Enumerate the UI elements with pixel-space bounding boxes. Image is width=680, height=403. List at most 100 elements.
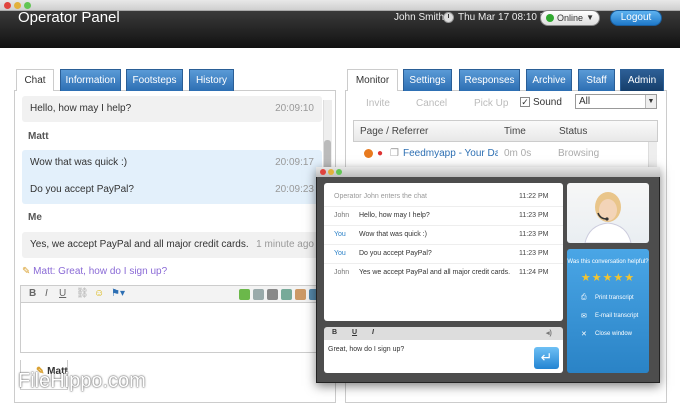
list-item: You Do you accept PayPal? 11:23 PM	[324, 245, 563, 264]
feedback-sidebar: Was this conversation helpful? ★★★★★ ⎙ P…	[567, 249, 649, 373]
message-time: 11:24 PM	[519, 269, 549, 276]
window-maximize-button[interactable]	[24, 2, 31, 9]
message-time: 20:09:23	[275, 184, 314, 195]
popup-close-button[interactable]	[320, 169, 326, 175]
tab-footsteps[interactable]: Footsteps	[126, 69, 183, 91]
message-text: Do you accept PayPal?	[30, 184, 134, 195]
operator-photo	[567, 183, 649, 243]
column-status[interactable]: Status	[559, 126, 587, 137]
message-time: 1 minute ago	[256, 239, 314, 250]
message-text: Yes we accept PayPal and all major credi…	[359, 269, 511, 276]
cancel-button[interactable]: Cancel	[416, 98, 447, 109]
popup-maximize-button[interactable]	[336, 169, 342, 175]
message-text: Hello, how may I help?	[30, 103, 132, 114]
close-window-label: Close window	[595, 331, 633, 337]
message-sender: Me	[28, 212, 42, 223]
watermark: FileHippo.com	[18, 370, 146, 392]
tab-chat[interactable]: Chat	[16, 69, 54, 91]
email-transcript-label: E-mail transcript	[595, 313, 639, 319]
system-text: Operator John enters the chat	[334, 193, 427, 200]
print-icon[interactable]	[267, 289, 278, 300]
enter-arrow-icon: ↵	[540, 349, 553, 365]
message-text: Yes, we accept PayPal and all major cred…	[30, 239, 249, 250]
print-transcript-label: Print transcript	[595, 295, 634, 301]
status-select[interactable]: Online ▼	[540, 10, 600, 26]
tab-archive[interactable]: Archive	[526, 69, 572, 91]
editor-toolbar: B I U ⛓ ☺ ⚑▾	[20, 285, 325, 303]
popup-titlebar[interactable]	[316, 167, 660, 177]
invite-button[interactable]: Invite	[366, 98, 390, 109]
italic-button[interactable]: I	[372, 329, 374, 336]
sound-checkbox[interactable]: ✓	[520, 97, 530, 107]
system-message: Operator John enters the chat 11:22 PM	[324, 188, 563, 207]
format-icon[interactable]: ⚑▾	[111, 288, 125, 299]
tab-admin[interactable]: Admin	[620, 69, 664, 91]
chat-scroll-thumb[interactable]	[324, 140, 331, 170]
popup-minimize-button[interactable]	[328, 169, 334, 175]
window-close-button[interactable]	[4, 2, 11, 9]
chat-message: Hello, how may I help? 20:09:10	[22, 96, 322, 122]
bold-button[interactable]: B	[332, 329, 337, 336]
column-page-referrer[interactable]: Page / Referrer	[360, 126, 428, 137]
message-sender: Matt	[28, 131, 49, 142]
logout-button[interactable]: Logout	[610, 10, 662, 26]
message-time: 11:23 PM	[519, 212, 549, 219]
tab-monitor[interactable]: Monitor	[347, 69, 398, 91]
underline-button[interactable]: U	[59, 288, 66, 299]
tab-staff[interactable]: Staff	[578, 69, 615, 91]
message-author: John	[334, 212, 350, 219]
message-editor[interactable]	[20, 303, 325, 353]
underline-button[interactable]: U	[352, 329, 357, 336]
chat-message-group: Wow that was quick :) 20:09:17 Do you ac…	[22, 150, 322, 204]
helpful-question: Was this conversation helpful?	[567, 259, 649, 265]
tab-responses[interactable]: Responses	[459, 69, 520, 91]
transfer-icon[interactable]	[295, 289, 306, 300]
list-item: You Wow that was quick :) 11:23 PM	[324, 226, 563, 245]
chevron-down-icon: ▼	[586, 13, 594, 22]
tab-settings[interactable]: Settings	[403, 69, 452, 91]
italic-button[interactable]: I	[45, 288, 48, 299]
link-icon[interactable]: ⛓	[76, 288, 89, 299]
smiley-icon[interactable]: ☺	[94, 288, 104, 299]
sound-label: Sound	[533, 97, 562, 108]
message-time: 20:09:10	[275, 103, 314, 114]
message-author: John	[334, 269, 350, 276]
typing-text: Matt: Great, how do I sign up?	[33, 266, 168, 277]
popup-message-input[interactable]: Great, how do I sign up?	[324, 340, 563, 373]
clock-icon	[443, 12, 454, 23]
browser-icon	[364, 149, 373, 158]
column-time[interactable]: Time	[504, 126, 526, 137]
message-text: Do you accept PayPal?	[359, 250, 432, 257]
list-item: John Hello, how may I help? 11:23 PM	[324, 207, 563, 226]
typing-indicator: ✎ Matt: Great, how do I sign up?	[22, 266, 167, 277]
message-time: 11:22 PM	[519, 193, 549, 200]
app-title: Operator Panel	[18, 9, 120, 26]
sound-icon[interactable]: ◂)	[546, 329, 552, 337]
close-icon: ✕	[581, 331, 587, 338]
tab-history[interactable]: History	[189, 69, 234, 91]
status-value: Online	[557, 13, 584, 23]
visitor-page-link[interactable]: Feedmyapp - Your Daily \	[403, 148, 498, 159]
message-author: You	[334, 231, 346, 238]
popup-editor-toolbar: B U I ◂)	[324, 327, 563, 340]
user-icon[interactable]	[281, 289, 292, 300]
message-time: 11:23 PM	[519, 231, 549, 238]
message-time: 11:23 PM	[519, 250, 549, 257]
pencil-icon: ✎	[22, 266, 34, 277]
chat-message: Yes, we accept PayPal and all major cred…	[22, 232, 322, 258]
image-icon[interactable]	[253, 289, 264, 300]
visitor-time: 0m 0s	[504, 148, 532, 159]
rating-stars[interactable]: ★★★★★	[567, 271, 649, 284]
page-icon: ❐	[390, 148, 399, 159]
send-button[interactable]: ↵	[534, 347, 559, 369]
tab-information[interactable]: Information	[60, 69, 121, 91]
visitor-status: Browsing	[558, 148, 600, 159]
print-icon: ⎙	[581, 294, 587, 301]
list-item: John Yes we accept PayPal and all major …	[324, 264, 563, 283]
window-minimize-button[interactable]	[14, 2, 21, 9]
pick-up-button[interactable]: Pick Up	[474, 98, 508, 109]
chevron-down-icon[interactable]: ▼	[645, 95, 656, 108]
bold-button[interactable]: B	[29, 288, 36, 299]
visitor-table-header: Page / Referrer Time Status	[353, 120, 658, 142]
accept-icon[interactable]	[239, 289, 250, 300]
